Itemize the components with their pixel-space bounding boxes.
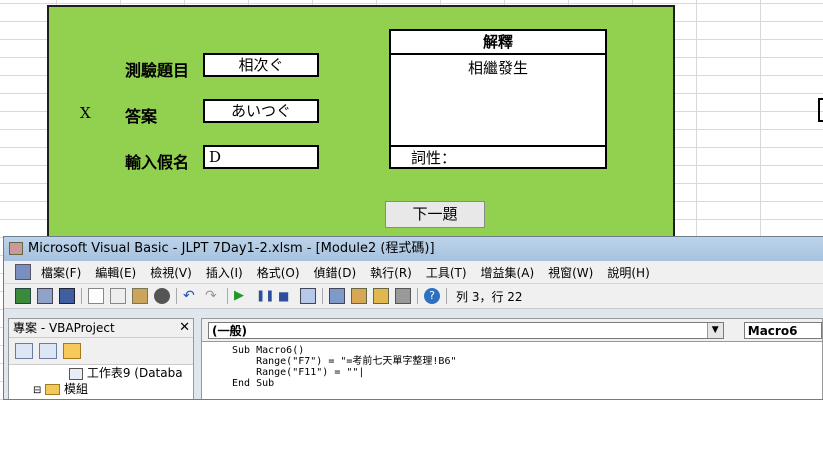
tree-item-label: 工作表9 (Databa bbox=[86, 366, 183, 380]
menu-format[interactable]: 格式(O) bbox=[250, 264, 307, 281]
redo-icon[interactable]: ↷ bbox=[205, 288, 221, 304]
pos-label: 詞性： bbox=[411, 149, 457, 167]
procedure-dropdown[interactable]: Macro6 bbox=[743, 321, 822, 339]
kana-input[interactable]: D bbox=[203, 145, 319, 169]
folder-icon bbox=[45, 384, 61, 395]
menu-insert[interactable]: 插入(I) bbox=[199, 264, 250, 281]
view-excel-icon[interactable] bbox=[15, 288, 31, 304]
toolbar-separator bbox=[417, 288, 418, 304]
tree-item-label: 模組 bbox=[64, 382, 89, 396]
code-line: Sub Macro6() bbox=[232, 345, 305, 356]
chevron-down-icon[interactable]: ▼ bbox=[706, 322, 723, 338]
quiz-label: 測驗題目 bbox=[125, 61, 190, 80]
menu-tools[interactable]: 工具(T) bbox=[419, 264, 474, 281]
help-icon[interactable]: ? bbox=[424, 288, 440, 304]
object-dropdown-value: (一般) bbox=[212, 323, 247, 338]
run-icon[interactable]: ▶ bbox=[234, 288, 250, 304]
close-icon[interactable]: ✕ bbox=[179, 319, 190, 337]
menu-bar: 檔案(F) 編輯(E) 檢視(V) 插入(I) 格式(O) 偵錯(D) 執行(R… bbox=[4, 261, 823, 284]
toolbar-separator bbox=[81, 288, 82, 304]
properties-icon[interactable] bbox=[351, 288, 367, 304]
code-line: Range("F7") = "=考前七天單字整理!B6" bbox=[232, 356, 457, 367]
answer-label: 答案 bbox=[125, 107, 158, 126]
toolbar-separator bbox=[322, 288, 323, 304]
project-explorer-header: 專案 - VBAProject ✕ bbox=[9, 319, 193, 338]
find-icon[interactable] bbox=[154, 288, 170, 304]
tree-item-modules[interactable]: ⊟ 模組 bbox=[11, 381, 193, 397]
view-object-icon[interactable] bbox=[39, 343, 57, 359]
explanation-title: 解釋 bbox=[391, 31, 605, 55]
toolbar-separator bbox=[176, 288, 177, 304]
toolbar-separator bbox=[446, 288, 447, 304]
next-question-button[interactable]: 下一題 bbox=[385, 201, 485, 228]
quiz-field[interactable]: 相次ぐ bbox=[203, 53, 319, 77]
paste-icon[interactable] bbox=[132, 288, 148, 304]
cell-border-fragment bbox=[818, 98, 823, 122]
explanation-text: 相繼發生 bbox=[391, 55, 605, 147]
design-mode-icon[interactable] bbox=[300, 288, 316, 304]
window-titlebar[interactable]: Microsoft Visual Basic - JLPT 7Day1-2.xl… bbox=[4, 237, 823, 261]
menu-view[interactable]: 檢視(V) bbox=[143, 264, 199, 281]
menu-window[interactable]: 視窗(W) bbox=[541, 264, 600, 281]
menu-addins[interactable]: 增益集(A) bbox=[474, 264, 542, 281]
menu-run[interactable]: 執行(R) bbox=[363, 264, 419, 281]
excel-menu-icon[interactable] bbox=[15, 264, 31, 280]
menu-debug[interactable]: 偵錯(D) bbox=[307, 264, 364, 281]
object-dropdown[interactable]: (一般) ▼ bbox=[208, 321, 724, 339]
collapse-icon[interactable]: ⊟ bbox=[33, 385, 41, 396]
window-title: Microsoft Visual Basic - JLPT 7Day1-2.xl… bbox=[28, 241, 435, 256]
undo-icon[interactable]: ↶ bbox=[183, 288, 199, 304]
insert-userform-icon[interactable] bbox=[37, 288, 53, 304]
procedure-dropdown-value: Macro6 bbox=[747, 323, 798, 338]
save-icon[interactable] bbox=[59, 288, 75, 304]
view-code-icon[interactable] bbox=[15, 343, 33, 359]
project-explorer-icon[interactable] bbox=[329, 288, 345, 304]
code-window: (一般) ▼ Macro6 Sub Macro6() Range("F7") =… bbox=[201, 318, 823, 399]
quiz-panel: 測驗題目 相次ぐ X 答案 あいつぐ 輸入假名 D 解釋 相繼發生 詞性： 下一… bbox=[47, 5, 675, 240]
input-label: 輸入假名 bbox=[125, 153, 190, 172]
toggle-folders-icon[interactable] bbox=[63, 343, 81, 359]
code-line: Range("F11") = ""| bbox=[232, 367, 365, 378]
toolbar-separator bbox=[227, 288, 228, 304]
answer-mark: X bbox=[80, 104, 91, 122]
toolbox-icon[interactable] bbox=[395, 288, 411, 304]
cut-icon[interactable] bbox=[88, 288, 104, 304]
code-line: End Sub bbox=[232, 378, 275, 389]
break-icon[interactable]: ❚❚ bbox=[256, 288, 274, 304]
object-browser-icon[interactable] bbox=[373, 288, 389, 304]
answer-field[interactable]: あいつぐ bbox=[203, 99, 319, 123]
cursor-position: 列 3，行 22 bbox=[456, 289, 523, 304]
code-editor[interactable]: Sub Macro6() Range("F7") = "=考前七天單字整理!B6… bbox=[202, 342, 822, 389]
explanation-box: 解釋 相繼發生 詞性： bbox=[389, 29, 607, 169]
menu-edit[interactable]: 編輯(E) bbox=[88, 264, 143, 281]
blank-area bbox=[0, 400, 823, 460]
worksheet-icon bbox=[69, 367, 83, 380]
tree-item-sheet9[interactable]: 工作表9 (Databa bbox=[11, 365, 193, 381]
project-explorer-pane: 專案 - VBAProject ✕ 工作表9 (Databa ⊟ 模組 bbox=[8, 318, 194, 399]
code-combos: (一般) ▼ Macro6 bbox=[202, 319, 822, 342]
reset-icon[interactable]: ■ bbox=[278, 288, 294, 304]
vba-app-icon bbox=[9, 242, 23, 255]
copy-icon[interactable] bbox=[110, 288, 126, 304]
project-explorer-toolbar bbox=[9, 338, 193, 365]
standard-toolbar: ↶ ↷ ▶ ❚❚ ■ ? 列 3，行 22 bbox=[4, 284, 823, 309]
project-title: 專案 - VBAProject bbox=[13, 321, 115, 335]
menu-file[interactable]: 檔案(F) bbox=[34, 264, 88, 281]
menu-help[interactable]: 說明(H) bbox=[600, 264, 656, 281]
project-tree: 工作表9 (Databa ⊟ 模組 bbox=[9, 365, 193, 397]
vba-editor-window: Microsoft Visual Basic - JLPT 7Day1-2.xl… bbox=[3, 236, 823, 400]
